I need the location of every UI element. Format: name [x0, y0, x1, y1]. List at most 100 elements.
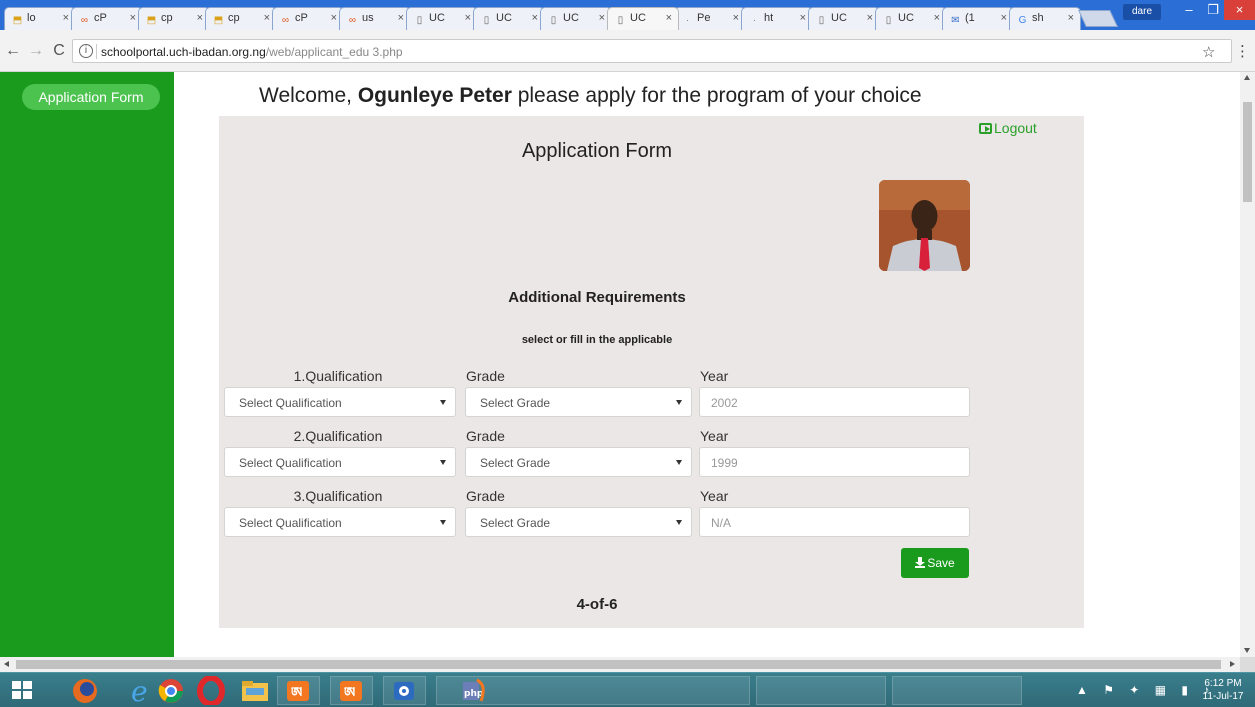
grade-select-3-value: Select Grade: [480, 516, 551, 530]
tab-label: UC: [429, 12, 445, 24]
tab-favicon-icon: ▯: [818, 15, 825, 26]
qualification-select-2[interactable]: Select Qualification: [224, 447, 456, 477]
site-info-icon[interactable]: i: [79, 44, 93, 58]
reload-icon[interactable]: C: [50, 43, 68, 59]
tab-close-icon[interactable]: ×: [398, 12, 404, 24]
year-input-1[interactable]: 2002: [699, 387, 970, 417]
tab-close-icon[interactable]: ×: [331, 12, 337, 24]
year-input-2[interactable]: 1999: [699, 447, 970, 477]
back-arrow-icon[interactable]: ←: [4, 43, 22, 59]
download-icon: [915, 557, 926, 568]
year-label-3: Year: [700, 488, 729, 504]
form-title: Application Form: [521, 140, 673, 162]
url-path: /web/applicant_edu 3.php: [265, 45, 403, 59]
horizontal-scrollbar[interactable]: [0, 657, 1240, 672]
url-host: schoolportal.uch-ibadan.org.ng: [101, 45, 266, 59]
tab-close-icon[interactable]: ×: [63, 12, 69, 24]
tab-close-icon[interactable]: ×: [733, 12, 739, 24]
tab-label: (1: [965, 12, 975, 24]
svg-text:ཨ: ཨ: [291, 685, 302, 701]
browser-tab[interactable]: ▯ UC ×: [875, 7, 947, 30]
browser-tab[interactable]: ⬒ cp ×: [138, 7, 210, 30]
year-input-3[interactable]: N/A: [699, 507, 970, 537]
browser-tab[interactable]: ▯ UC ×: [808, 7, 880, 30]
scroll-up-arrow-icon[interactable]: [1244, 75, 1250, 80]
tab-close-icon[interactable]: ×: [130, 12, 136, 24]
grade-select-2[interactable]: Select Grade: [465, 447, 692, 477]
taskbar-app-php[interactable]: php: [436, 676, 750, 705]
browser-tab[interactable]: Gsh ×: [1009, 7, 1081, 30]
taskbar-app-xampp-2[interactable]: ཨ: [330, 676, 373, 705]
browser-tab[interactable]: ∞ us ×: [339, 7, 411, 30]
sidebar-application-form-button[interactable]: Application Form: [22, 84, 160, 110]
taskbar-app-media[interactable]: [383, 676, 426, 705]
grade-select-1[interactable]: Select Grade: [465, 387, 692, 417]
tab-close-icon[interactable]: ×: [800, 12, 806, 24]
browser-tab[interactable]: ✉ (1 ×: [942, 7, 1014, 30]
browser-user-chip[interactable]: dare: [1123, 4, 1161, 20]
tab-close-icon[interactable]: ×: [532, 12, 538, 24]
taskbar-app-window-2[interactable]: [892, 676, 1022, 705]
tab-close-icon[interactable]: ×: [264, 12, 270, 24]
address-bar[interactable]: i schoolportal.uch-ibadan.org.ng/web/app…: [72, 39, 1232, 63]
browser-tab[interactable]: ▯ UC ×: [607, 7, 679, 30]
minimize-button[interactable]: –: [1176, 0, 1202, 20]
grade-select-2-value: Select Grade: [480, 456, 551, 470]
tab-label: UC: [898, 12, 914, 24]
vertical-scroll-thumb[interactable]: [1243, 102, 1252, 202]
taskbar-clock[interactable]: 6:12 PM 11-Jul-17: [1193, 677, 1253, 703]
tab-close-icon[interactable]: ×: [197, 12, 203, 24]
step-indicator: 4-of-6: [576, 596, 618, 613]
tab-close-icon[interactable]: ×: [1068, 12, 1074, 24]
tab-favicon-icon: ·: [752, 15, 757, 26]
new-tab-button[interactable]: [1078, 10, 1118, 27]
grade-label-2: Grade: [466, 428, 505, 444]
firefox-icon[interactable]: [66, 676, 104, 705]
grade-select-3[interactable]: Select Grade: [465, 507, 692, 537]
browser-tab[interactable]: ⬒ lo ×: [4, 7, 76, 30]
qualification-select-3[interactable]: Select Qualification: [224, 507, 456, 537]
maximize-button[interactable]: ❐: [1202, 0, 1224, 20]
file-explorer-icon[interactable]: [236, 676, 274, 705]
close-window-button[interactable]: ×: [1224, 0, 1255, 20]
svg-text:e: e: [131, 676, 148, 705]
save-button[interactable]: Save: [901, 548, 969, 578]
taskbar-app-window[interactable]: [756, 676, 886, 705]
browser-toolbar: ← → C i schoolportal.uch-ibadan.org.ng/w…: [0, 30, 1255, 72]
browser-tabstrip: ⬒ lo × ∞ cP × ⬒ cp × ⬒ cp × ∞ cP × ∞ us × ▯ UC × ▯ UC × ▯ UC × ▯ UC ×…: [0, 0, 1255, 30]
browser-tab[interactable]: ∞ cP ×: [71, 7, 143, 30]
browser-tab[interactable]: ▯ UC ×: [473, 7, 545, 30]
tab-close-icon[interactable]: ×: [934, 12, 940, 24]
forward-arrow-icon[interactable]: →: [27, 43, 45, 59]
tab-close-icon[interactable]: ×: [465, 12, 471, 24]
browser-tab[interactable]: ▯ UC ×: [406, 7, 478, 30]
tab-close-icon[interactable]: ×: [867, 12, 873, 24]
scroll-right-arrow-icon[interactable]: [1230, 661, 1235, 667]
logout-link[interactable]: Logout: [979, 120, 1037, 136]
tab-label: Pe: [697, 12, 711, 24]
scroll-down-arrow-icon[interactable]: [1244, 648, 1250, 653]
taskbar: e ཨ ཨ php ▲ ⚑ ✦ ▦ ▮ ♪ 6:12 PM 11-Jul-17: [0, 672, 1255, 707]
browser-menu-icon[interactable]: ⋮: [1235, 42, 1250, 60]
browser-tab[interactable]: ▯ UC ×: [540, 7, 612, 30]
qualification-select-1[interactable]: Select Qualification: [224, 387, 456, 417]
windows-start-icon[interactable]: [12, 681, 32, 699]
horizontal-scroll-thumb[interactable]: [16, 660, 1221, 669]
bookmark-star-icon[interactable]: ☆: [1202, 43, 1215, 61]
browser-tab[interactable]: · Pe ×: [674, 7, 746, 30]
browser-tab[interactable]: · ht ×: [741, 7, 813, 30]
url-text[interactable]: schoolportal.uch-ibadan.org.ng/web/appli…: [101, 45, 403, 59]
chrome-icon[interactable]: [152, 676, 190, 705]
scroll-left-arrow-icon[interactable]: [4, 661, 9, 667]
tab-close-icon[interactable]: ×: [599, 12, 605, 24]
tab-close-icon[interactable]: ×: [666, 12, 672, 24]
vertical-scrollbar[interactable]: [1240, 72, 1255, 657]
tab-close-icon[interactable]: ×: [1001, 12, 1007, 24]
taskbar-app-xampp-1[interactable]: ཨ: [277, 676, 320, 705]
tab-favicon-icon: ▯: [416, 15, 423, 26]
browser-tab[interactable]: ∞ cP ×: [272, 7, 344, 30]
tab-favicon-icon: ✉: [951, 15, 960, 26]
browser-tab[interactable]: ⬒ cp ×: [205, 7, 277, 30]
opera-icon[interactable]: [192, 675, 230, 707]
tab-label: sh: [1032, 12, 1044, 24]
